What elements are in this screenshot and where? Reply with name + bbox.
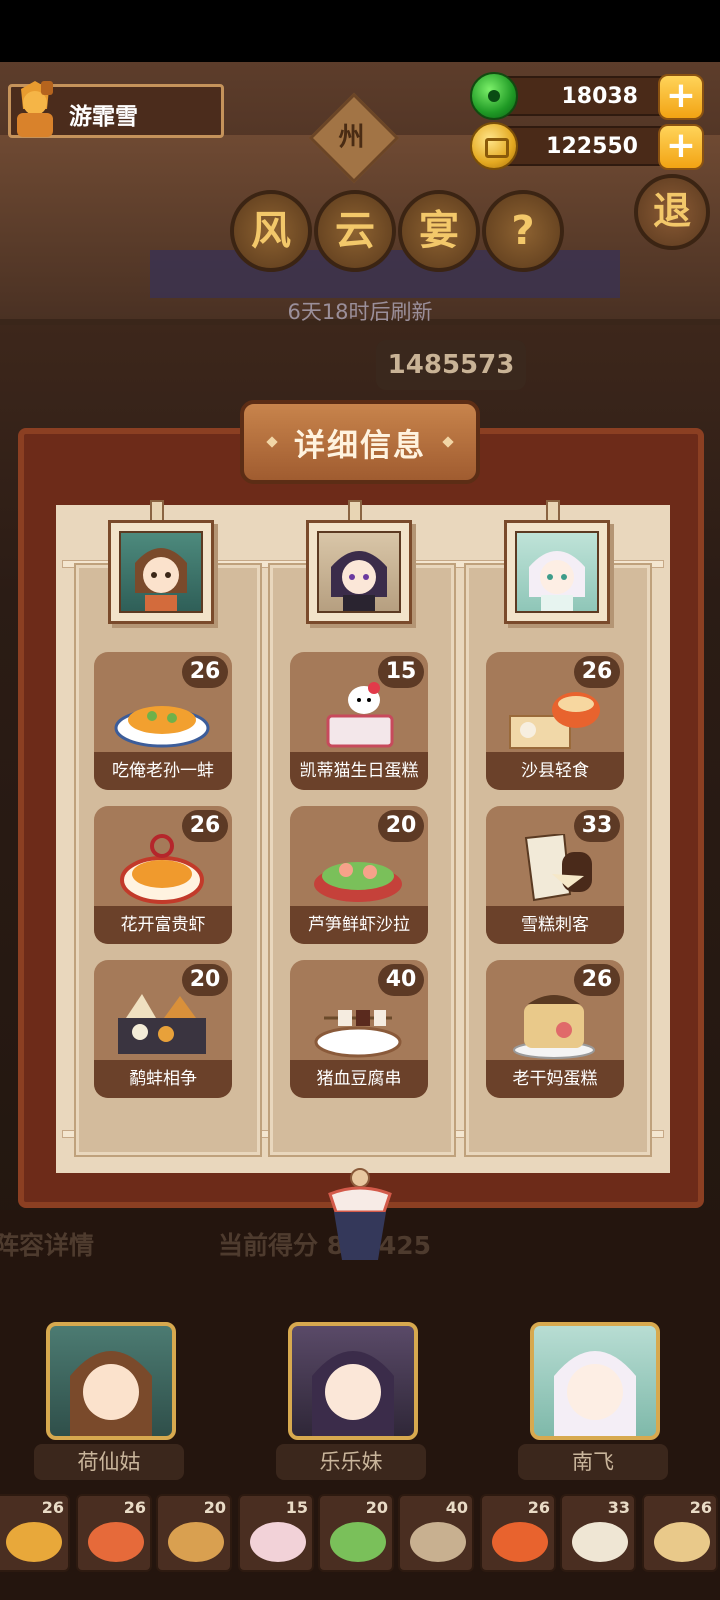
dish-image-icon [513,995,595,1059]
top-score: 1485573 [376,340,526,390]
dish-count: 40 [378,964,424,996]
ribbon-knot-icon [328,1168,392,1260]
dish-count: 26 [182,810,228,842]
jade-counter: 18038 + [470,72,704,120]
add-coins-button[interactable]: + [658,124,704,170]
dish-name: 花开富贵虾 [94,906,232,944]
dish-image-icon [509,692,600,749]
dish-card[interactable]: 40 猪血豆腐串 [290,960,428,1098]
exit-button[interactable]: 退 [634,174,710,250]
status-bar [0,0,720,62]
dish-image-icon [326,682,394,748]
dish-icon [572,1522,628,1562]
dish-slot[interactable]: 26 [480,1494,556,1572]
dish-card[interactable]: 15 凯蒂猫生日蛋糕 [290,652,428,790]
lineup-details-label: 阵容详情 [0,1231,95,1260]
team-member-name: 荷仙姑 [34,1444,184,1480]
chef-portrait-1[interactable] [108,520,214,624]
dish-icon [410,1522,466,1562]
team-member-name: 乐乐妹 [276,1444,426,1480]
team-chef-1-icon [70,1351,152,1436]
dish-count: 33 [574,810,620,842]
dish-count: 20 [378,810,424,842]
chef-face [317,531,401,613]
chef-portrait-2[interactable] [306,520,412,624]
dish-slot[interactable]: 20 [318,1494,394,1572]
dish-icon [88,1522,144,1562]
chef-1-icon [135,548,187,611]
jade-amount: 18038 [561,84,638,109]
dish-icon [250,1522,306,1562]
dish-icon [330,1522,386,1562]
refresh-timer: 6天18时后刷新 [287,300,433,324]
dish-name: 芦笋鲜虾沙拉 [290,906,428,944]
title-char-2: 云 [314,190,396,272]
dish-image-icon [120,834,204,904]
dish-card[interactable]: 20 鹬蚌相争 [94,960,232,1098]
dish-card[interactable]: 33 雪糕刺客 [486,806,624,944]
dish-slot[interactable]: 26 [0,1494,70,1572]
dish-count: 15 [378,656,424,688]
chef-face [119,531,203,613]
team-chef-3-icon [554,1351,636,1436]
player-name: 游霏雪 [69,104,138,130]
dish-image-icon [114,706,210,748]
dish-name: 鹬蚌相争 [94,1060,232,1098]
dish-image-icon [314,862,402,902]
dish-count: 26 [574,656,620,688]
dish-card[interactable]: 26 沙县轻食 [486,652,624,790]
team-member-name: 南飞 [518,1444,668,1480]
title-char-1: 风 [230,190,312,272]
dish-card[interactable]: 26 花开富贵虾 [94,806,232,944]
coin-counter: 122550 + [470,122,704,170]
dish-slot[interactable]: 20 [156,1494,232,1572]
dish-name: 老干妈蛋糕 [486,1060,624,1098]
chef-face [515,531,599,613]
dish-count: 20 [182,964,228,996]
dish-icon [6,1522,62,1562]
dish-name: 猪血豆腐串 [290,1060,428,1098]
dish-name: 雪糕刺客 [486,906,624,944]
dish-name: 凯蒂猫生日蛋糕 [290,752,428,790]
dish-count: 26 [574,964,620,996]
coin-amount: 122550 [546,134,638,159]
dish-icon [654,1522,710,1562]
team-member-card[interactable] [288,1322,418,1440]
panel-title: 详细信息 [240,400,480,484]
dish-card[interactable]: 20 芦笋鲜虾沙拉 [290,806,428,944]
add-jade-button[interactable]: + [658,74,704,120]
chef-2-icon [331,551,387,611]
dish-slot[interactable]: 26 [76,1494,152,1572]
title-char-3: 宴 [398,190,480,272]
dish-icon [492,1522,548,1562]
dish-card[interactable]: 26 吃俺老孙一蚌 [94,652,232,790]
dish-icon [168,1522,224,1562]
dish-slot[interactable]: 33 [560,1494,636,1572]
coin-icon [470,122,518,170]
dish-slot[interactable]: 26 [642,1494,718,1572]
dish-slot[interactable]: 40 [398,1494,474,1572]
team-member-card[interactable] [530,1322,660,1440]
dish-image-icon [524,834,592,902]
dish-name: 吃俺老孙一蚌 [94,752,232,790]
team-member-card[interactable] [46,1322,176,1440]
player-name-plate[interactable]: 游霏雪 [8,81,224,138]
chef-portrait-3[interactable] [504,520,610,624]
jade-icon [470,72,518,120]
dish-image-icon [118,994,206,1054]
dish-slot[interactable]: 15 [238,1494,314,1572]
dish-name: 沙县轻食 [486,752,624,790]
dish-image-icon [314,1010,402,1058]
dish-count: 26 [182,656,228,688]
chef-3-icon [529,551,585,611]
team-chef-2-icon [312,1351,394,1436]
dish-card[interactable]: 26 老干妈蛋糕 [486,960,624,1098]
player-avatar-icon [17,81,53,137]
help-button[interactable]: ? [482,190,564,272]
